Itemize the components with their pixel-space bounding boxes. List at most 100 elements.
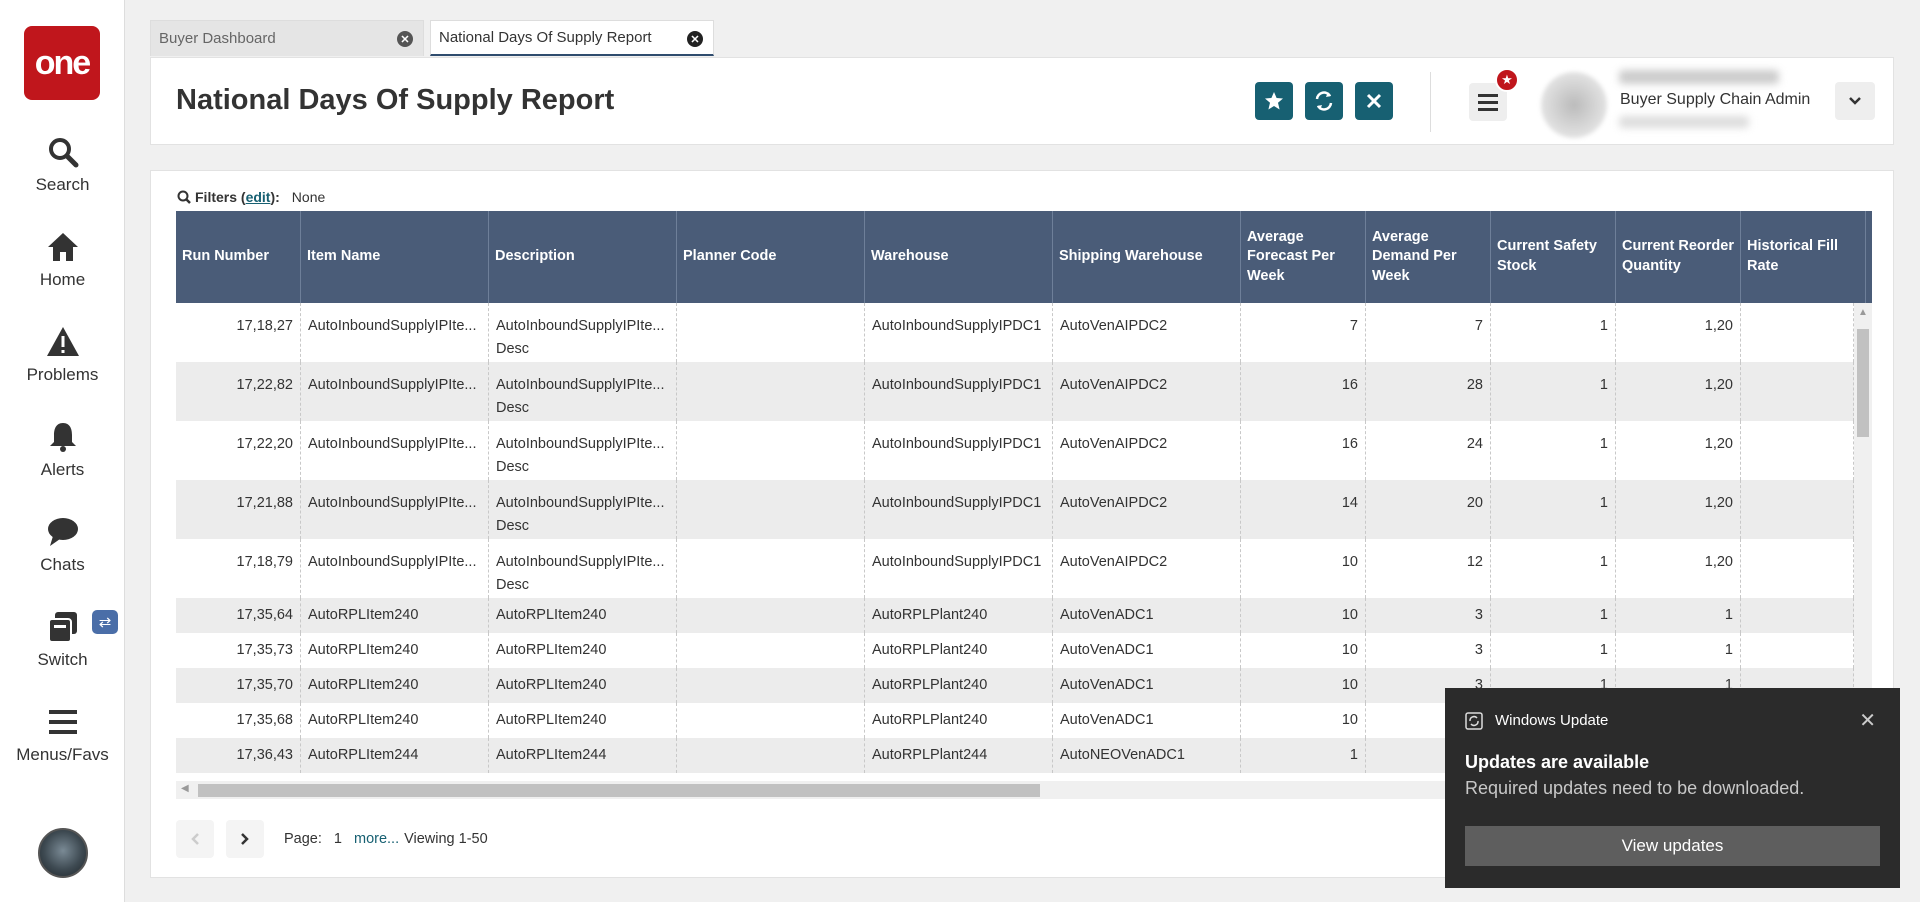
table-cell: AutoInboundSupplyIPIte... Desc — [489, 362, 677, 421]
chevron-down-icon — [1849, 97, 1861, 105]
filters-edit-link[interactable]: edit — [246, 189, 271, 205]
more-pages-link[interactable]: more... — [354, 831, 399, 847]
table-cell: AutoRPLPlant244 — [865, 738, 1053, 773]
table-row[interactable]: 17,21,88 AutoInboundSupplyIPIte... AutoInb… — [176, 480, 1854, 539]
view-updates-button[interactable]: View updates — [1465, 826, 1880, 866]
table-cell: 1 — [1491, 421, 1616, 480]
cell-text: AutoRPLItem244 — [496, 747, 607, 763]
table-cell: AutoRPLItem240 — [489, 633, 677, 668]
column-header[interactable]: Shipping Warehouse — [1053, 211, 1241, 303]
column-header[interactable]: Description — [489, 211, 677, 303]
table-cell: 1 — [1491, 633, 1616, 668]
table-cell — [677, 703, 865, 738]
table-cell: 1 — [1616, 598, 1741, 633]
sidebar-item-alerts[interactable]: Alerts — [0, 420, 125, 480]
favorite-button[interactable] — [1255, 82, 1293, 120]
close-icon[interactable]: ✕ — [1859, 708, 1876, 733]
sidebar-item-search[interactable]: Search — [0, 135, 125, 195]
scroll-up-icon[interactable]: ▲ — [1858, 307, 1868, 318]
one-logo[interactable]: one — [24, 26, 100, 100]
bell-icon — [49, 423, 76, 452]
table-cell: AutoRPLPlant240 — [865, 703, 1053, 738]
table-cell: 10 — [1241, 598, 1366, 633]
tab-national-days-of-supply[interactable]: National Days Of Supply Report ✕ — [430, 20, 714, 56]
table-row[interactable]: 17,18,27 AutoInboundSupplyIPIte... AutoInb… — [176, 303, 1854, 362]
windows-update-toast: Windows Update ✕ Updates are available R… — [1445, 688, 1900, 888]
table-row[interactable]: 17,35,73 AutoRPLItem240 AutoRPLItem240 Auto… — [176, 633, 1854, 668]
tab-label: National Days Of Supply Report — [439, 29, 652, 46]
table-cell: 17,36,43 — [176, 738, 301, 773]
favorites-star-badge-icon[interactable]: ★ — [1495, 68, 1519, 92]
sidebar-item-home[interactable]: Home — [0, 230, 125, 290]
previous-page-button[interactable] — [176, 820, 214, 858]
table-cell: AutoRPLPlant240 — [865, 598, 1053, 633]
table-cell: 1,20 — [1616, 421, 1741, 480]
column-header[interactable]: Item Name — [301, 211, 489, 303]
column-header[interactable]: Planner Code — [677, 211, 865, 303]
sidebar-item-chats[interactable]: Chats — [0, 515, 125, 575]
windows-update-icon — [1465, 712, 1483, 730]
switch-arrows-icon[interactable]: ⇄ — [92, 610, 118, 634]
sidebar-item-menus-favs[interactable]: Menus/Favs — [0, 705, 125, 765]
tab-buyer-dashboard[interactable]: Buyer Dashboard ✕ — [150, 20, 424, 56]
column-header[interactable]: Run Number — [176, 211, 301, 303]
table-cell: AutoVenADC1 — [1053, 703, 1241, 738]
table-row[interactable]: 17,22,82 AutoInboundSupplyIPIte... AutoInb… — [176, 362, 1854, 421]
column-header[interactable]: Current Reorder Quantity — [1616, 211, 1741, 303]
close-icon[interactable]: ✕ — [687, 31, 703, 47]
table-cell — [677, 668, 865, 703]
table-cell: 10 — [1241, 668, 1366, 703]
table-cell: 16 — [1241, 421, 1366, 480]
filters-bar: Filters (edit): None — [177, 189, 325, 205]
table-cell: AutoVenADC1 — [1053, 633, 1241, 668]
table-row[interactable]: 17,35,64 AutoRPLItem240 AutoRPLItem240 Auto… — [176, 598, 1854, 633]
filters-label: Filters (edit): — [195, 189, 280, 205]
table-cell: AutoRPLPlant240 — [865, 668, 1053, 703]
table-cell — [1741, 480, 1854, 539]
close-report-button[interactable] — [1355, 82, 1393, 120]
column-header[interactable]: Current Safety Stock — [1491, 211, 1616, 303]
user-avatar[interactable] — [38, 828, 88, 878]
left-sidebar: one Search Home Problems Alerts Chats Sw… — [0, 0, 125, 902]
table-cell: AutoVenAIPDC2 — [1053, 421, 1241, 480]
table-cell: 17,18,27 — [176, 303, 301, 362]
vertical-scroll-thumb[interactable] — [1857, 329, 1869, 437]
close-icon[interactable]: ✕ — [397, 31, 413, 47]
user-org-redacted — [1619, 116, 1749, 128]
sidebar-item-label: Search — [35, 175, 90, 194]
column-header[interactable]: Warehouse — [865, 211, 1053, 303]
column-header[interactable]: Average Forecast Per Week — [1241, 211, 1366, 303]
filters-value: None — [291, 189, 326, 205]
table-row[interactable]: 17,22,20 AutoInboundSupplyIPIte... AutoInb… — [176, 421, 1854, 480]
table-cell: AutoRPLItem240 — [489, 703, 677, 738]
table-cell: AutoInboundSupplyIPIte... — [301, 539, 489, 598]
column-header[interactable]: Average Demand Per Week — [1366, 211, 1491, 303]
table-cell: 17,21,88 — [176, 480, 301, 539]
table-cell: 1 — [1491, 539, 1616, 598]
table-row[interactable]: 17,18,79 AutoInboundSupplyIPIte... AutoInb… — [176, 539, 1854, 598]
header-divider — [1430, 72, 1431, 132]
table-cell: AutoVenAIPDC2 — [1053, 362, 1241, 421]
table-cell: AutoInboundSupplyIPIte... Desc — [489, 480, 677, 539]
refresh-button[interactable] — [1305, 82, 1343, 120]
table-cell: 3 — [1366, 633, 1491, 668]
table-cell — [677, 738, 865, 773]
toast-title: Updates are available — [1465, 752, 1650, 772]
cell-text: Desc — [496, 341, 530, 357]
next-page-button[interactable] — [226, 820, 264, 858]
user-profile-avatar[interactable] — [1541, 72, 1607, 138]
search-icon — [48, 138, 78, 168]
table-cell: 28 — [1366, 362, 1491, 421]
user-menu-button[interactable] — [1835, 82, 1875, 120]
page-title: National Days Of Supply Report — [176, 84, 615, 116]
cell-text: AutoRPLItem240 — [496, 642, 607, 658]
column-header[interactable]: Historical Fill Rate — [1741, 211, 1866, 303]
table-cell: 1 — [1616, 633, 1741, 668]
table-cell: 10 — [1241, 703, 1366, 738]
sidebar-item-problems[interactable]: Problems — [0, 325, 125, 385]
table-cell — [1741, 362, 1854, 421]
table-cell — [677, 480, 865, 539]
switch-icon — [47, 612, 77, 643]
horizontal-scroll-thumb[interactable] — [198, 784, 1040, 797]
scroll-left-icon[interactable]: ◀ — [181, 783, 189, 794]
